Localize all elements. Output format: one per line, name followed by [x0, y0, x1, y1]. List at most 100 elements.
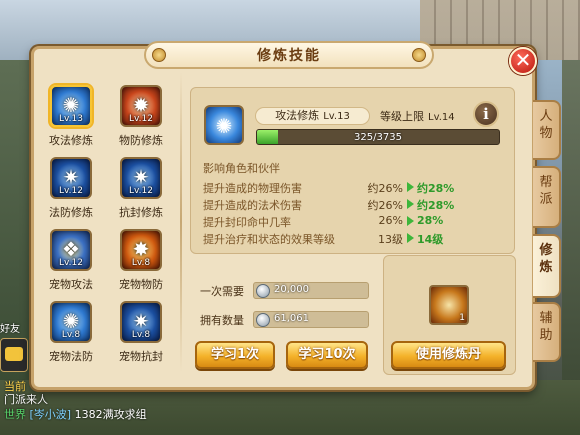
- selected-skill-icon: ✺: [204, 105, 244, 145]
- attribute-row: 提升治疗和状态的效果等级 13级 14级: [203, 231, 508, 246]
- item-count: 1: [459, 313, 465, 323]
- cultivation-pill-slot[interactable]: 1: [429, 285, 469, 325]
- skill-level: Lv.12: [129, 114, 153, 124]
- magic-defense-icon: ✷ Lv.12: [50, 157, 92, 199]
- attribute-new-value: 28%: [417, 214, 444, 227]
- chat-bubble-icon: [5, 347, 23, 361]
- cost-need-label: 一次需要: [200, 285, 244, 298]
- seal-resist-icon: ✷ Lv.12: [120, 157, 162, 199]
- skill-level: Lv.12: [129, 186, 153, 196]
- close-icon: ✕: [514, 48, 532, 72]
- attribute-new-value: 约28%: [417, 182, 455, 195]
- tab-2[interactable]: 修炼: [533, 234, 561, 298]
- attack-magic-icon: ✺: [215, 114, 233, 138]
- skill-level: Lv.13: [59, 114, 83, 124]
- arrow-right-icon: [407, 199, 414, 209]
- chat-line-sect: 门派来人: [4, 393, 48, 406]
- skill-level: Lv.8: [131, 330, 151, 340]
- tab-label: 帮派: [539, 175, 553, 207]
- close-button[interactable]: ✕: [509, 47, 537, 75]
- attribute-label: 提升造成的物理伤害: [203, 182, 302, 195]
- pet-magic-defense-icon: ✺ Lv.8: [50, 301, 92, 343]
- cost-own-label: 拥有数量: [200, 314, 244, 327]
- attack-magic-icon: ✺ Lv.13: [50, 85, 92, 127]
- background-tree-right: [562, 60, 580, 390]
- info-button[interactable]: i: [473, 101, 499, 127]
- tab-label: 辅助: [539, 311, 553, 343]
- panel-title-band: 修炼技能: [144, 41, 434, 69]
- hud-friend-label[interactable]: 好友: [0, 320, 20, 335]
- attribute-row: 提升造成的物理伤害 约26% 约28%: [203, 180, 508, 195]
- tab-label: 修炼: [539, 243, 553, 275]
- skill-name: 宠物攻法: [49, 278, 93, 291]
- selected-skill-level: Lv.13: [323, 111, 350, 122]
- affect-title: 影响角色和伙伴: [203, 162, 280, 175]
- skill-item[interactable]: ✷ Lv.8 宠物抗封: [110, 301, 172, 371]
- pet-physical-defense-icon: ✸ Lv.8: [120, 229, 162, 271]
- skill-name: 宠物法防: [49, 350, 93, 363]
- progress-bar: 325/3735: [256, 129, 500, 145]
- skill-item[interactable]: ✷ Lv.12 抗封修炼: [110, 157, 172, 227]
- skill-name: 宠物抗封: [119, 350, 163, 363]
- tab-0[interactable]: 人物: [533, 100, 561, 160]
- level-limit-label: 等级上限: [380, 110, 424, 123]
- arrow-right-icon: [407, 216, 414, 226]
- tab-1[interactable]: 帮派: [533, 166, 561, 228]
- learn-once-button[interactable]: 学习1次: [195, 341, 275, 369]
- skill-item[interactable]: ✺ Lv.13 攻法修炼: [40, 85, 102, 155]
- skill-name: 宠物物防: [119, 278, 163, 291]
- silver-coin-icon: [256, 313, 270, 327]
- selected-skill-name-pill: 攻法修炼 Lv.13: [255, 107, 370, 125]
- silver-coin-icon: [256, 284, 270, 298]
- skill-name: 攻法修炼: [49, 134, 93, 147]
- skill-name: 法防修炼: [49, 206, 93, 219]
- skill-item[interactable]: ✹ Lv.12 物防修炼: [110, 85, 172, 155]
- tab-3[interactable]: 辅助: [533, 302, 561, 362]
- skill-item[interactable]: ✸ Lv.8 宠物物防: [110, 229, 172, 299]
- skill-item[interactable]: ✺ Lv.8 宠物法防: [40, 301, 102, 371]
- tab-label: 人物: [539, 109, 553, 141]
- skill-level: Lv.12: [59, 258, 83, 268]
- arrow-right-icon: [407, 233, 414, 243]
- skill-name: 抗封修炼: [119, 206, 163, 219]
- arrow-right-icon: [407, 182, 414, 192]
- attribute-label: 提升造成的法术伤害: [203, 199, 302, 212]
- progress-text: 325/3735: [354, 132, 402, 143]
- cost-need-value: 20,000: [274, 284, 309, 295]
- skill-name: 物防修炼: [119, 134, 163, 147]
- attribute-label: 提升治疗和状态的效果等级: [203, 233, 335, 246]
- attribute-row: 提升造成的法术伤害 约26% 约28%: [203, 197, 508, 212]
- cost-own-pill: 61,061: [253, 311, 369, 328]
- cost-need-pill: 20,000: [253, 282, 369, 299]
- physical-defense-icon: ✹ Lv.12: [120, 85, 162, 127]
- chat-toggle-button[interactable]: [0, 338, 28, 372]
- title-ornament-left-icon: [152, 48, 166, 62]
- pet-seal-resist-icon: ✷ Lv.8: [120, 301, 162, 343]
- attribute-new-value: 14级: [417, 233, 444, 246]
- attribute-label: 提升封印命中几率: [203, 216, 291, 229]
- skill-level: Lv.12: [59, 186, 83, 196]
- skill-level: Lv.8: [131, 258, 151, 268]
- attribute-new-value: 约28%: [417, 199, 455, 212]
- info-icon: i: [483, 105, 489, 123]
- skill-item[interactable]: ✷ Lv.12 法防修炼: [40, 157, 102, 227]
- skill-item[interactable]: ❖ Lv.12 宠物攻法: [40, 229, 102, 299]
- chat-channel-label: 世界: [4, 408, 26, 421]
- level-limit-value: Lv.14: [428, 112, 455, 123]
- use-pill-button[interactable]: 使用修炼丹: [391, 341, 506, 369]
- attribute-old-value: 约26%: [367, 182, 403, 195]
- attribute-old-value: 13级: [378, 233, 403, 246]
- learn-ten-button[interactable]: 学习10次: [286, 341, 368, 369]
- attribute-old-value: 26%: [378, 214, 403, 227]
- panel-title: 修炼技能: [257, 48, 321, 64]
- pet-attack-icon: ❖ Lv.12: [50, 229, 92, 271]
- chat-message-text: 1382满攻求组: [74, 408, 147, 421]
- panel-divider: [180, 72, 182, 372]
- chat-line-world[interactable]: 世界 [岑小波] 1382满攻求组: [4, 406, 147, 422]
- skill-grid: ✺ Lv.13 攻法修炼 ✹ Lv.12 物防修炼 ✷ Lv.12 法防修炼 ✷ Lv.12 抗封修炼…: [40, 85, 180, 375]
- chat-player-name[interactable]: [岑小波]: [30, 408, 72, 421]
- skill-level: Lv.8: [61, 330, 81, 340]
- attribute-old-value: 约26%: [367, 199, 403, 212]
- cost-own-value: 61,061: [274, 313, 309, 324]
- attribute-row: 提升封印命中几率 26% 28%: [203, 214, 508, 229]
